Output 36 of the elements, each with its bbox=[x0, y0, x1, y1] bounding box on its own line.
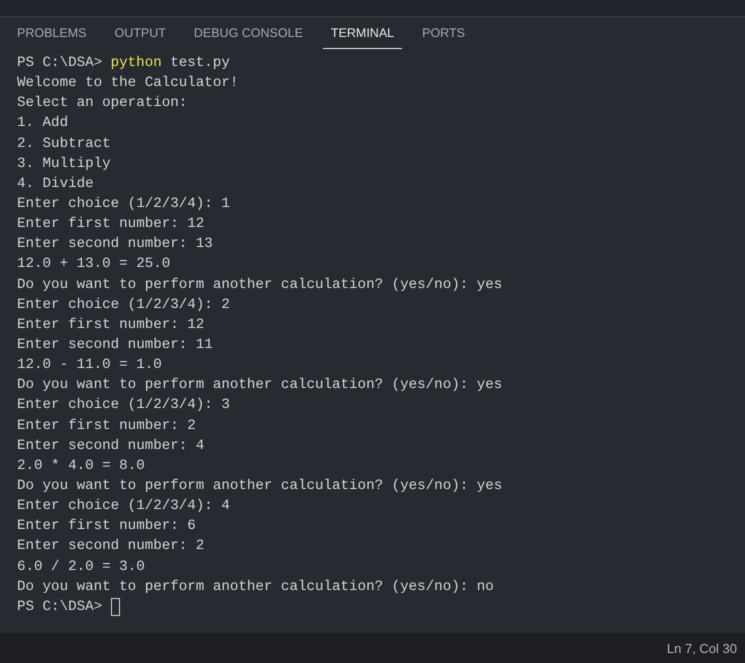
terminal-output-line: Welcome to the Calculator! bbox=[17, 74, 238, 94]
terminal-command: python bbox=[110, 54, 162, 73]
panel-tab[interactable]: DEBUG CONSOLE bbox=[186, 17, 311, 49]
terminal-output-line: Enter first number: 12 bbox=[17, 215, 204, 234]
terminal-output-line: Enter choice (1/2/3/4): 2 bbox=[17, 296, 230, 315]
terminal-output-line: Enter second number: 4 bbox=[17, 436, 204, 456]
terminal-output-line: Do you want to perform another calculation? (yes/no): yes bbox=[17, 376, 502, 396]
terminal-prompt: PS C:\DSA> bbox=[17, 54, 102, 73]
terminal-output-line: Enter first number: 12 bbox=[17, 316, 204, 335]
terminal-output-line: 12.0 - 11.0 = 1.0 bbox=[17, 356, 162, 376]
terminal-output-line: Do you want to perform another calculation? (yes/no): yes bbox=[17, 276, 502, 295]
cursor-position[interactable]: Ln 7, Col 30 bbox=[666, 640, 737, 656]
terminal-output-line: 2. Subtract bbox=[17, 134, 111, 154]
terminal-output-line: Enter choice (1/2/3/4): 1 bbox=[17, 194, 230, 214]
panel-tab[interactable]: OUTPUT bbox=[106, 17, 174, 49]
terminal-output-line: Select an operation: bbox=[17, 94, 188, 114]
terminal-output-line: Enter first number: 6 bbox=[17, 517, 196, 536]
terminal-output-line: Enter first number: 2 bbox=[17, 416, 196, 436]
terminal-output-line: 12.0 + 13.0 = 25.0 bbox=[17, 255, 170, 274]
terminal-output-line: Enter second number: 2 bbox=[17, 537, 204, 556]
terminal-output-line: Enter second number: 13 bbox=[17, 235, 213, 254]
terminal-output-line: 3. Multiply bbox=[17, 154, 111, 174]
terminal-output-line: Enter choice (1/2/3/4): 4 bbox=[17, 497, 230, 516]
terminal-output-line: 6.0 / 2.0 = 3.0 bbox=[17, 558, 145, 577]
terminal-output-line: Enter second number: 11 bbox=[17, 336, 213, 355]
terminal-argument: test.py bbox=[170, 54, 230, 73]
terminal-prompt: PS C:\DSA> bbox=[17, 598, 102, 617]
terminal-output-line: 1. Add bbox=[17, 114, 68, 134]
terminal-output-line: 2.0 * 4.0 = 8.0 bbox=[17, 456, 145, 476]
panel-tab[interactable]: PORTS bbox=[414, 17, 473, 49]
terminal-output-line: Do you want to perform another calculation? (yes/no): no bbox=[17, 578, 494, 597]
terminal-output-line: 4. Divide bbox=[17, 174, 94, 194]
panel-tab[interactable]: TERMINAL bbox=[322, 17, 402, 49]
terminal-output-line: Enter choice (1/2/3/4): 3 bbox=[17, 396, 230, 416]
terminal-output-line: Do you want to perform another calculation? (yes/no): yes bbox=[17, 476, 502, 496]
panel-tab[interactable]: PROBLEMS bbox=[9, 17, 94, 49]
